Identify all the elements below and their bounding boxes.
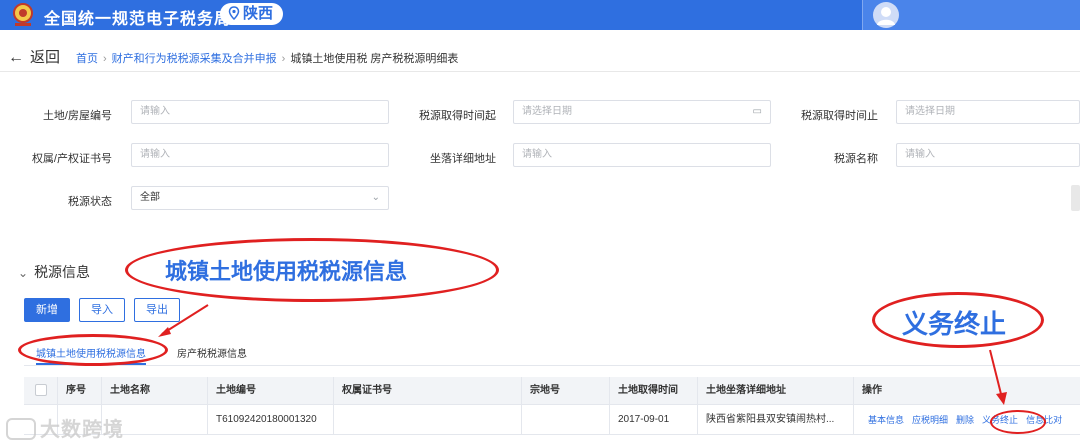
tab-property-tax[interactable]: 房产税税源信息 [177,345,247,360]
acquire-end-placeholder: 请选择日期 [905,106,955,117]
breadcrumb: 首页 › 财产和行为税税源采集及合并申报 › 城镇土地使用税 房产税税源明细表 [76,50,458,66]
filter-label-acquire-end: 税源取得时间止 [801,110,878,122]
checkbox-icon [35,384,47,397]
watermark-text: 大数跨境 [40,419,124,441]
status-select-value: 全部 [140,192,160,203]
callout-text-land-tax: 城镇土地使用税税源信息 [165,259,408,284]
row-cert-no [334,405,522,434]
location-pin-icon [228,6,240,21]
back-button[interactable]: ← 返回 [8,46,60,67]
row-parcel-no [522,405,610,434]
delete-link[interactable]: 删除 [956,415,974,425]
site-title: 全国统一规范电子税务局 [44,11,232,28]
col-actions: 操作 [862,385,882,396]
acquire-start-date-input[interactable]: 请选择日期 ▭ [513,100,771,124]
filter-label-status: 税源状态 [68,196,112,208]
row-acquire-date: 2017-09-01 [610,405,698,434]
acquire-start-placeholder: 请选择日期 [522,106,572,117]
nav-row: ← 返回 首页 › 财产和行为税税源采集及合并申报 › 城镇土地使用税 房产税税源明细表 [0,40,1080,72]
chevron-down-icon: ⌄ [371,192,380,203]
source-name-input[interactable]: 请输入 [896,143,1080,167]
callout-ellipse-termination-link [990,410,1046,434]
breadcrumb-home[interactable]: 首页 [76,53,98,65]
cert-no-placeholder: 请输入 [140,149,170,160]
address-placeholder: 请输入 [522,149,552,160]
land-house-no-placeholder: 请输入 [140,106,170,117]
filter-label-acquire-start: 税源取得时间起 [419,110,496,122]
col-index: 序号 [58,377,102,404]
acquire-end-date-input[interactable]: 请选择日期 [896,100,1080,124]
callout-ellipse-tab [18,334,168,366]
add-button[interactable]: 新增 [24,298,70,322]
calendar-icon: ▭ [752,106,762,117]
address-input[interactable]: 请输入 [513,143,771,167]
col-parcel-no: 宗地号 [522,377,610,404]
import-button[interactable]: 导入 [79,298,125,322]
user-area[interactable] [862,0,1080,30]
breadcrumb-separator: › [103,53,107,65]
status-select[interactable]: 全部 ⌄ [131,186,389,210]
callout-text-termination: 义务终止 [902,309,1007,339]
row-land-no: T61092420180001320 [208,405,334,434]
cert-no-input[interactable]: 请输入 [131,143,389,167]
filter-label-source-name: 税源名称 [834,153,878,165]
breadcrumb-current: 城镇土地使用税 房产税税源明细表 [290,53,459,65]
filter-label-land-house-no: 土地/房屋编号 [42,110,112,122]
table-header: 序号 土地名称 土地编号 权属证书号 宗地号 土地取得时间 土地坐落详细地址 操… [24,377,1080,405]
chevron-down-icon: ⌄ [18,266,29,280]
export-button[interactable]: 导出 [134,298,180,322]
select-all-checkbox[interactable] [24,377,58,404]
watermark: 大数跨境 [6,413,124,443]
table-row: T61092420180001320 2017-09-01 陕西省紫阳县双安镇闹… [24,405,1080,435]
back-arrow-icon: ← [8,49,24,66]
land-house-no-input[interactable]: 请输入 [131,100,389,124]
col-land-name: 土地名称 [102,377,208,404]
filter-label-cert-no: 权属/产权证书号 [31,153,112,165]
tax-emblem-icon [10,2,36,28]
scrollbar-handle[interactable] [1071,185,1080,211]
breadcrumb-separator: › [281,53,286,65]
col-acquire-date: 土地取得时间 [610,377,698,404]
col-address: 土地坐落详细地址 [698,377,854,404]
breadcrumb-property-tax[interactable]: 财产和行为税税源采集及合并申报 [112,53,277,65]
row-address: 陕西省紫阳县双安镇闹热村... [698,405,854,434]
arrow-head-icon [158,327,171,337]
col-cert-no: 权属证书号 [334,377,522,404]
top-header-bar: 全国统一规范电子税务局 陕西 [0,0,1080,30]
source-name-placeholder: 请输入 [905,149,935,160]
region-selector[interactable]: 陕西 [220,3,284,25]
filter-label-address: 坐落详细地址 [430,153,496,165]
back-label: 返回 [30,49,61,66]
basic-info-link[interactable]: 基本信息 [868,415,904,425]
section-title[interactable]: ⌄ 税源信息 [18,262,90,282]
region-label: 陕西 [243,5,274,22]
user-avatar-icon[interactable] [873,2,899,28]
col-land-no: 土地编号 [208,377,334,404]
watermark-logo-icon [6,418,36,440]
section-title-label: 税源信息 [34,264,91,280]
taxable-detail-link[interactable]: 应税明细 [912,415,948,425]
row-actions: 基本信息 应税明细 删除 义务终止 信息比对 [854,405,1080,434]
